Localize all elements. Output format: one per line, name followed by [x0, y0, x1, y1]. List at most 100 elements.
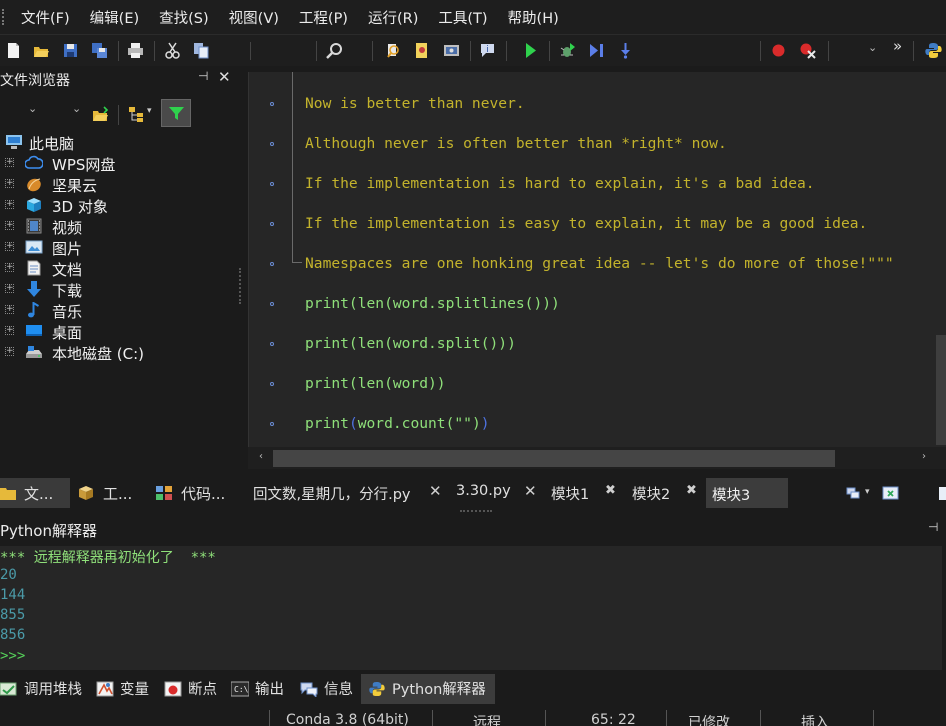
- find-in-files-icon[interactable]: [385, 42, 402, 59]
- horizontal-scrollbar-thumb[interactable]: [273, 450, 835, 467]
- bookmark-icon[interactable]: [414, 42, 431, 59]
- tree-node-local-disk[interactable]: + 本地磁盘 (C:): [0, 342, 240, 363]
- new-file-icon[interactable]: [5, 42, 22, 59]
- breakpoint-icon[interactable]: [770, 42, 787, 59]
- screenshot-icon[interactable]: [443, 42, 460, 59]
- tab-module3-active[interactable]: 模块3: [706, 478, 788, 508]
- tree-node-desktop[interactable]: + 桌面: [0, 321, 240, 342]
- scroll-left-icon[interactable]: ‹: [259, 451, 263, 462]
- code-line[interactable]: If the implementation is hard to explain…: [305, 175, 815, 195]
- clear-breakpoints-icon[interactable]: [799, 42, 816, 59]
- print-icon[interactable]: [127, 42, 144, 59]
- tree-node-this-pc[interactable]: 此电脑: [0, 132, 240, 153]
- tab-python-interpreter[interactable]: Python解释器: [361, 674, 495, 704]
- expand-icon[interactable]: +: [5, 158, 14, 167]
- menu-run[interactable]: 运行(R): [358, 7, 428, 28]
- menu-help[interactable]: 帮助(H): [498, 7, 569, 28]
- chevron-down-icon[interactable]: ▾: [865, 487, 870, 497]
- tree-node-3d-objects[interactable]: + 3D 对象: [0, 195, 240, 216]
- python-icon[interactable]: [925, 42, 942, 59]
- scroll-right-icon[interactable]: ›: [922, 451, 926, 462]
- panel-icon[interactable]: [938, 486, 946, 501]
- close-all-tabs-icon[interactable]: [882, 485, 900, 501]
- status-interpreter[interactable]: Conda 3.8 (64bit): [286, 712, 409, 726]
- close-tab-icon[interactable]: ✕: [524, 482, 537, 500]
- code-line[interactable]: print(len(word.split())): [305, 335, 516, 355]
- debug-icon[interactable]: [559, 42, 576, 59]
- console-prompt[interactable]: >>>: [0, 648, 25, 668]
- status-mode[interactable]: 远程: [473, 712, 501, 726]
- open-folder-icon[interactable]: [92, 106, 109, 123]
- run-icon[interactable]: [522, 42, 539, 59]
- menu-tools[interactable]: 工具(T): [428, 7, 497, 28]
- save-all-icon[interactable]: [91, 42, 108, 59]
- tab-file-browser[interactable]: 文...: [0, 478, 70, 508]
- menu-search[interactable]: 查找(S): [149, 7, 219, 28]
- tree-node-pictures[interactable]: + 图片: [0, 237, 240, 258]
- pin-icon[interactable]: ⊣: [198, 69, 208, 83]
- pin-icon[interactable]: ⊣: [928, 520, 938, 534]
- menu-file[interactable]: 文件(F): [11, 7, 80, 28]
- close-tab-icon[interactable]: ✖: [605, 483, 616, 498]
- filter-button[interactable]: [161, 99, 191, 127]
- code-line[interactable]: Namespaces are one honking great idea --…: [305, 255, 894, 275]
- vertical-scrollbar-thumb[interactable]: [936, 335, 946, 445]
- code-line[interactable]: print(word.count("")): [305, 415, 490, 435]
- expand-icon[interactable]: +: [5, 263, 14, 272]
- chevron-down-icon[interactable]: ⌄: [28, 102, 37, 115]
- expand-icon[interactable]: +: [5, 347, 14, 356]
- tab-code-explorer[interactable]: 代码...: [155, 478, 235, 508]
- toolbar-overflow-button[interactable]: »: [893, 37, 902, 55]
- expand-icon[interactable]: +: [5, 284, 14, 293]
- status-insert-mode[interactable]: 插入: [801, 712, 829, 726]
- tree-node-wps[interactable]: + WPS网盘: [0, 153, 240, 174]
- horizontal-splitter[interactable]: [460, 510, 492, 514]
- find-icon[interactable]: [326, 42, 343, 59]
- close-tab-icon[interactable]: ✕: [429, 482, 442, 500]
- tab-file-330[interactable]: 3.30.py: [456, 483, 511, 499]
- tab-module1[interactable]: 模块1: [551, 483, 589, 504]
- cut-icon[interactable]: [164, 42, 181, 59]
- expand-icon[interactable]: +: [5, 305, 14, 314]
- step-over-icon[interactable]: [588, 42, 605, 59]
- expand-icon[interactable]: +: [5, 221, 14, 230]
- tab-messages[interactable]: 信息: [300, 674, 353, 704]
- code-line[interactable]: If the implementation is easy to explain…: [305, 215, 867, 235]
- expand-icon[interactable]: +: [5, 200, 14, 209]
- code-line[interactable]: Now is better than never.: [305, 95, 525, 115]
- menu-edit[interactable]: 编辑(E): [80, 7, 149, 28]
- tab-output[interactable]: C:\ 输出: [231, 674, 284, 704]
- help-icon[interactable]: i: [479, 42, 496, 59]
- tab-variables[interactable]: 变量: [96, 674, 149, 704]
- expand-icon[interactable]: +: [5, 179, 14, 188]
- tab-call-stack[interactable]: 调用堆栈: [0, 674, 82, 704]
- step-into-icon[interactable]: [617, 42, 634, 59]
- close-tab-icon[interactable]: ✖: [686, 483, 697, 498]
- tab-module2[interactable]: 模块2: [632, 483, 670, 504]
- vertical-splitter[interactable]: [239, 268, 243, 304]
- code-line[interactable]: print(len(word)): [305, 375, 446, 395]
- save-icon[interactable]: [62, 42, 79, 59]
- open-folder-icon[interactable]: [33, 42, 50, 59]
- menu-project[interactable]: 工程(P): [289, 7, 358, 28]
- copy-icon[interactable]: [193, 42, 210, 59]
- code-line[interactable]: print(len(word.splitlines())): [305, 295, 560, 315]
- chevron-down-icon[interactable]: ⌄: [868, 41, 877, 54]
- tab-file-palindrome[interactable]: 回文数,星期几，分行.py: [253, 483, 411, 504]
- chevron-down-icon[interactable]: ▾: [147, 106, 152, 116]
- menu-view[interactable]: 视图(V): [219, 7, 289, 28]
- chevron-down-icon[interactable]: ⌄: [72, 102, 81, 115]
- tab-breakpoints[interactable]: 断点: [164, 674, 217, 704]
- interpreter-console[interactable]: *** 远程解释器再初始化了 *** 20 144 855 856 >>>: [0, 546, 942, 670]
- expand-icon[interactable]: +: [5, 326, 14, 335]
- tree-node-documents[interactable]: + 文档: [0, 258, 240, 279]
- tab-project[interactable]: 工...: [78, 478, 148, 508]
- expand-icon[interactable]: +: [5, 242, 14, 251]
- close-icon[interactable]: ✕: [218, 68, 231, 86]
- tree-node-music[interactable]: + 音乐: [0, 300, 240, 321]
- code-line[interactable]: Although never is often better than *rig…: [305, 135, 727, 155]
- tree-node-downloads[interactable]: + 下载: [0, 279, 240, 300]
- tree-view-icon[interactable]: [128, 106, 145, 123]
- tree-node-videos[interactable]: + 视频: [0, 216, 240, 237]
- window-list-icon[interactable]: [846, 486, 863, 501]
